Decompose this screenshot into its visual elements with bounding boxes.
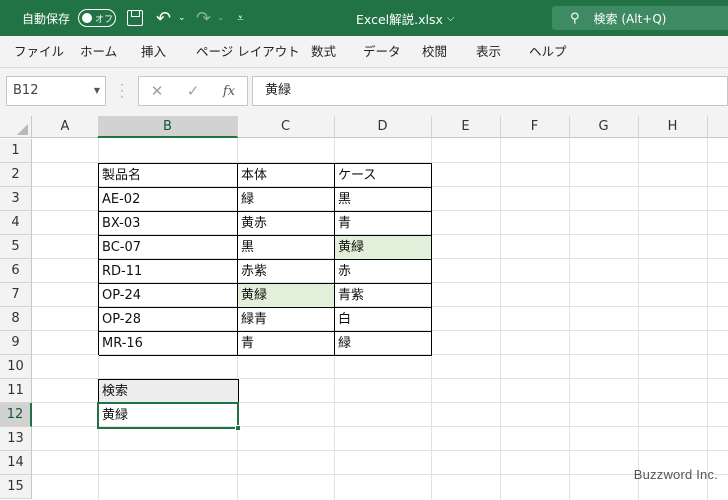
gridline [638,138,639,500]
table-cell[interactable]: 緑青 [238,308,335,332]
cancel-icon[interactable]: ✕ [139,82,175,100]
row-header-5[interactable]: 5 [0,235,32,259]
tab-review[interactable]: 校閲 [422,36,447,68]
customize-qat-icon[interactable]: ⩡ [237,0,244,36]
tab-formulas[interactable]: 数式 [311,36,336,68]
row-header-9[interactable]: 9 [0,331,32,355]
highlighted-cell[interactable]: 黄緑 [238,284,335,308]
row-header-7[interactable]: 7 [0,283,32,307]
table-header-cell[interactable]: 本体 [238,164,335,188]
column-header-d[interactable]: D [334,116,432,138]
tab-view[interactable]: 表示 [476,36,501,68]
table-cell[interactable]: 赤紫 [238,260,335,284]
gridline [569,138,570,500]
autosave-toggle[interactable]: オフ [78,9,116,27]
formula-buttons: ✕ ✓ fx [138,76,248,106]
tab-page-layout[interactable]: ページ レイアウト [196,36,300,68]
tab-data[interactable]: データ [363,36,401,68]
gridline [32,474,728,475]
row-header-14[interactable]: 14 [0,451,32,475]
undo-dropdown-icon[interactable]: ⌄ [178,0,186,36]
gridline [32,450,728,451]
tab-home[interactable]: ホーム [80,36,117,68]
search-header-cell[interactable]: 検索 [99,380,239,404]
active-cell-selection[interactable] [97,402,241,431]
table-cell[interactable]: 緑 [238,188,335,212]
toggle-knob [82,13,92,23]
search-box[interactable]: ⚲ 検索 (Alt+Q) [552,6,728,30]
tab-help[interactable]: ヘルプ [529,36,567,68]
save-icon[interactable] [127,10,143,26]
tab-file[interactable]: ファイル [14,36,64,68]
document-title-text: Excel解説.xlsx [356,11,443,27]
fill-handle[interactable] [235,425,241,431]
product-table: 製品名 本体 ケース AE-02 緑 黒 BX-03 黄赤 青 BC-07 黒 … [98,163,432,356]
title-bar: 自動保存 オフ ↶ ⌄ ↷ ⌄ ⩡ Excel解説.xlsx ⌵ ⚲ 検索 (A… [0,0,728,36]
gridline [500,138,501,500]
row-header-12[interactable]: 12 [0,403,32,427]
chevron-down-icon[interactable]: ▼ [94,77,100,105]
insert-function-icon[interactable]: fx [211,84,247,99]
name-box-value: B12 [13,83,39,98]
gridline [707,138,708,500]
table-header-cell[interactable]: ケース [335,164,432,188]
table-cell[interactable]: 青 [238,332,335,356]
table-cell[interactable]: BX-03 [99,212,238,236]
tab-insert[interactable]: 挿入 [141,36,166,68]
row-header-1[interactable]: 1 [0,139,32,163]
table-cell[interactable]: OP-24 [99,284,238,308]
row-header-2[interactable]: 2 [0,163,32,187]
column-header-c[interactable]: C [237,116,335,138]
row-header-11[interactable]: 11 [0,379,32,403]
table-cell[interactable]: AE-02 [99,188,238,212]
row-header-4[interactable]: 4 [0,211,32,235]
table-cell[interactable]: 黄赤 [238,212,335,236]
search-icon: ⚲ [570,10,580,26]
column-header-f[interactable]: F [500,116,570,138]
row-header-15[interactable]: 15 [0,475,32,499]
row-header-13[interactable]: 13 [0,427,32,451]
column-header-e[interactable]: E [431,116,501,138]
formula-input[interactable]: 黄緑 [252,76,728,106]
autosave-label: 自動保存 [22,11,71,26]
column-header-h[interactable]: H [638,116,708,138]
table-cell[interactable]: BC-07 [99,236,238,260]
row-header-6[interactable]: 6 [0,259,32,283]
table-cell[interactable]: MR-16 [99,332,238,356]
select-all-button[interactable] [0,116,32,138]
table-cell[interactable]: 赤 [335,260,432,284]
redo-icon[interactable]: ↷ [196,0,211,36]
row-header-8[interactable]: 8 [0,307,32,331]
row-header-3[interactable]: 3 [0,187,32,211]
row-header-10[interactable]: 10 [0,355,32,379]
column-header-a[interactable]: A [32,116,99,138]
chevron-down-icon: ⌵ [446,12,455,24]
enter-icon[interactable]: ✓ [175,82,211,100]
undo-icon[interactable]: ↶ [156,0,171,36]
table-cell[interactable]: 白 [335,308,432,332]
table-cell[interactable]: 青紫 [335,284,432,308]
table-cell[interactable]: 黒 [335,188,432,212]
autosave-state: オフ [95,14,114,25]
formula-bar: B12 ▼ · · · ✕ ✓ fx 黄緑 [0,68,728,116]
table-cell[interactable]: RD-11 [99,260,238,284]
redo-dropdown-icon[interactable]: ⌄ [217,0,225,36]
table-cell[interactable]: 黒 [238,236,335,260]
ribbon-tabs: ファイル ホーム 挿入 ページ レイアウト 数式 データ 校閲 表示 ヘルプ [0,36,728,68]
table-header-cell[interactable]: 製品名 [99,164,238,188]
name-box[interactable]: B12 ▼ [6,76,106,106]
column-headers: A B C D E F G H [0,116,728,138]
highlighted-cell[interactable]: 黄緑 [335,236,432,260]
column-header-b[interactable]: B [98,116,238,138]
document-title[interactable]: Excel解説.xlsx ⌵ [356,0,454,36]
search-label: 検索 (Alt+Q) [593,11,667,26]
table-cell[interactable]: 青 [335,212,432,236]
column-header-g[interactable]: G [569,116,639,138]
watermark: Buzzword Inc. [633,467,718,482]
drag-handle-icon[interactable]: · · · [120,79,124,103]
table-cell[interactable]: OP-28 [99,308,238,332]
table-cell[interactable]: 緑 [335,332,432,356]
